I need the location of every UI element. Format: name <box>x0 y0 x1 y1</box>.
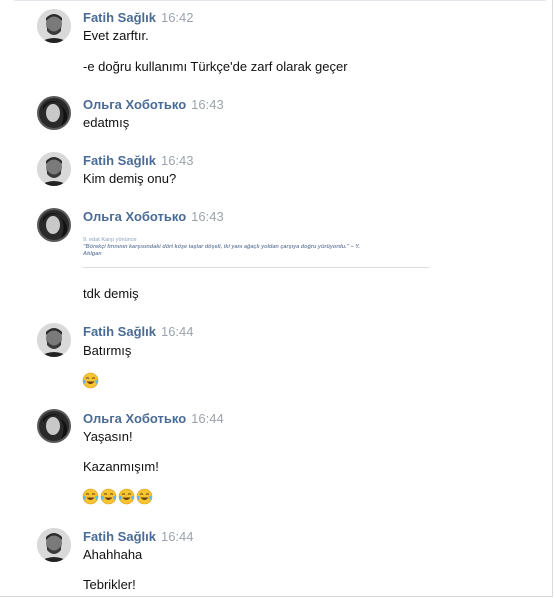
timestamp[interactable]: 16:43 <box>191 97 224 112</box>
emoji-row <box>82 372 99 389</box>
author-name[interactable]: Fatih Sağlık <box>83 153 156 168</box>
tears-of-joy-emoji <box>136 488 153 505</box>
timestamp[interactable]: 16:44 <box>161 324 194 339</box>
message-text: -e doğru kullanımı Türkçe'de zarf olarak… <box>83 59 348 74</box>
message-text: tdk demiş <box>83 286 139 301</box>
author-name[interactable]: Ольга Хоботько <box>83 411 186 426</box>
divider <box>14 0 546 1</box>
timestamp[interactable]: 16:44 <box>161 529 194 544</box>
author-name[interactable]: Fatih Sağlık <box>83 324 156 339</box>
author-name[interactable]: Fatih Sağlık <box>83 529 156 544</box>
tears-of-joy-emoji <box>118 488 135 505</box>
message-header: Fatih Sağlık 16:44 <box>83 529 194 545</box>
timestamp[interactable]: 16:43 <box>161 153 194 168</box>
avatar-fatih[interactable] <box>37 152 71 186</box>
message-header: Fatih Sağlık 16:44 <box>83 324 194 340</box>
message-text: Evet zarftır. <box>83 28 149 43</box>
tears-of-joy-emoji <box>82 488 99 505</box>
avatar-fatih[interactable] <box>37 9 71 43</box>
message-text: Kim demiş onu? <box>83 171 177 186</box>
chat-window: Fatih Sağlık 16:42 Evet zarftır. -e doğru… <box>0 0 553 597</box>
message-header: Ольга Хоботько 16:43 <box>83 209 224 225</box>
avatar-olga[interactable] <box>37 96 71 130</box>
message-text: Tebrikler! <box>83 577 136 592</box>
message-text: Yaşasın! <box>83 429 133 444</box>
message-header: Ольга Хоботько 16:44 <box>83 411 224 427</box>
author-name[interactable]: Fatih Sağlık <box>83 10 156 25</box>
message-text: Batırmış <box>83 343 132 358</box>
author-name[interactable]: Ольга Хоботько <box>83 209 186 224</box>
attachment-quote: "Börekçi fırınının karşısındaki dört köş… <box>83 244 360 250</box>
avatar-olga[interactable] <box>37 208 71 242</box>
emoji-row <box>82 488 153 505</box>
timestamp[interactable]: 16:42 <box>161 10 194 25</box>
image-attachment[interactable]: 9. edat Karşı yönünce "Börekçi fırınının… <box>83 237 429 268</box>
avatar-olga[interactable] <box>37 409 71 443</box>
message-header: Fatih Sağlık 16:42 <box>83 10 194 26</box>
tears-of-joy-emoji <box>82 372 99 389</box>
author-name[interactable]: Ольга Хоботько <box>83 97 186 112</box>
attachment-author: Atılgan <box>83 251 102 257</box>
message-header: Fatih Sağlık 16:43 <box>83 153 194 169</box>
tears-of-joy-emoji <box>100 488 117 505</box>
attachment-heading: 9. edat Karşı yönünce <box>83 237 137 243</box>
timestamp[interactable]: 16:43 <box>191 209 224 224</box>
message-text: Ahahhaha <box>83 547 143 562</box>
timestamp[interactable]: 16:44 <box>191 411 224 426</box>
message-text: Kazanmışım! <box>83 459 159 474</box>
message-text: edatmış <box>83 115 130 130</box>
avatar-fatih[interactable] <box>37 323 71 357</box>
message-header: Ольга Хоботько 16:43 <box>83 97 224 113</box>
avatar-fatih[interactable] <box>37 528 71 562</box>
